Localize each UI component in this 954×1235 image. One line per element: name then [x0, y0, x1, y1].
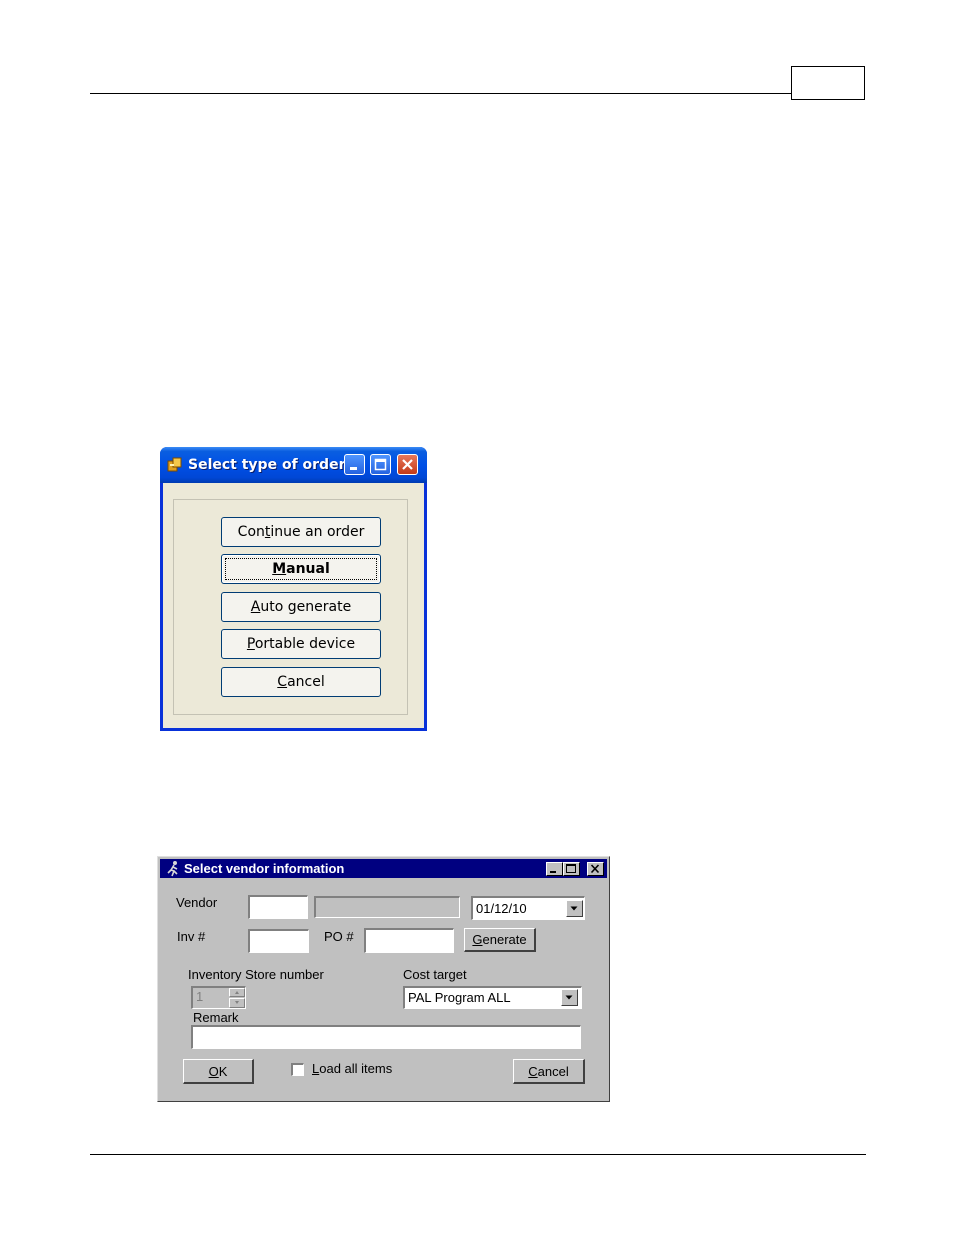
button-label: Generate — [472, 932, 527, 947]
manual-button[interactable]: Manual — [221, 554, 381, 584]
close-button[interactable] — [587, 862, 604, 876]
chevron-down-icon — [570, 906, 578, 911]
maximize-icon — [374, 458, 387, 471]
button-label: OK — [208, 1063, 228, 1079]
dropdown-button[interactable] — [561, 989, 578, 1006]
chevron-down-icon — [565, 995, 573, 1000]
button-label: Cancel — [528, 1063, 569, 1079]
button-label: Auto generate — [250, 599, 352, 615]
button-label: Portable device — [246, 636, 356, 652]
dialog-title: Select vendor information — [184, 861, 345, 876]
minimize-button[interactable] — [344, 454, 365, 475]
load-all-items-label[interactable]: Load all items — [312, 1061, 392, 1076]
dialog-body: Continue an order Manual Auto generate P… — [163, 483, 424, 728]
focus-rect — [225, 558, 377, 580]
store-number-label: Inventory Store number — [188, 967, 324, 982]
ok-button[interactable]: OK — [183, 1059, 254, 1084]
cost-target-dropdown[interactable]: PAL Program ALL — [403, 986, 582, 1009]
footer-rule — [90, 1154, 866, 1155]
maximize-icon — [566, 864, 576, 873]
running-man-icon — [167, 861, 178, 877]
po-label: PO # — [324, 929, 354, 944]
inv-number-input[interactable] — [248, 929, 309, 953]
minimize-button[interactable] — [546, 862, 563, 876]
close-icon — [402, 459, 413, 470]
button-label: Continue an order — [237, 524, 365, 540]
maximize-button[interactable] — [370, 454, 391, 475]
title-bar: Select type of order — [160, 447, 427, 483]
generate-button[interactable]: Generate — [464, 928, 536, 952]
chevron-up-icon — [235, 991, 239, 994]
close-button[interactable] — [397, 454, 418, 475]
button-label: Cancel — [277, 674, 325, 690]
page-number-box — [791, 66, 865, 100]
auto-generate-button[interactable]: Auto generate — [221, 592, 381, 622]
date-dropdown[interactable]: 01/12/10 — [471, 896, 585, 920]
vendor-label: Vendor — [176, 895, 218, 910]
spin-down-button[interactable] — [229, 998, 245, 1008]
title-bar: Select vendor information — [160, 859, 607, 878]
options-group: Continue an order Manual Auto generate P… — [173, 499, 408, 715]
close-icon — [590, 864, 600, 874]
dropdown-button[interactable] — [566, 900, 583, 917]
continue-order-button[interactable]: Continue an order — [221, 517, 381, 547]
minimize-icon — [350, 467, 357, 470]
cancel-button[interactable]: Cancel — [221, 667, 381, 697]
portable-device-button[interactable]: Portable device — [221, 629, 381, 659]
spin-up-button[interactable] — [229, 988, 245, 997]
dialog-title: Select type of order — [188, 457, 346, 473]
chevron-down-icon — [235, 1001, 239, 1004]
cost-target-label: Cost target — [403, 967, 467, 982]
select-order-type-dialog: Select type of order Continue an order M… — [160, 447, 427, 731]
po-number-input[interactable] — [364, 928, 454, 953]
remark-label: Remark — [193, 1010, 239, 1025]
inv-label: Inv # — [177, 929, 206, 944]
vendor-name-field — [314, 896, 460, 918]
app-icon — [167, 457, 182, 472]
remark-input[interactable] — [191, 1025, 581, 1049]
minimize-icon — [550, 871, 556, 873]
select-vendor-dialog: Select vendor information Vendor 01/12/1… — [157, 856, 610, 1102]
store-number-spinner[interactable]: 1 — [191, 986, 246, 1009]
load-all-items-checkbox[interactable] — [291, 1063, 304, 1076]
vendor-input[interactable] — [248, 895, 308, 919]
cancel-button[interactable]: Cancel — [513, 1059, 585, 1084]
maximize-button[interactable] — [563, 862, 580, 876]
header-rule — [90, 93, 792, 94]
